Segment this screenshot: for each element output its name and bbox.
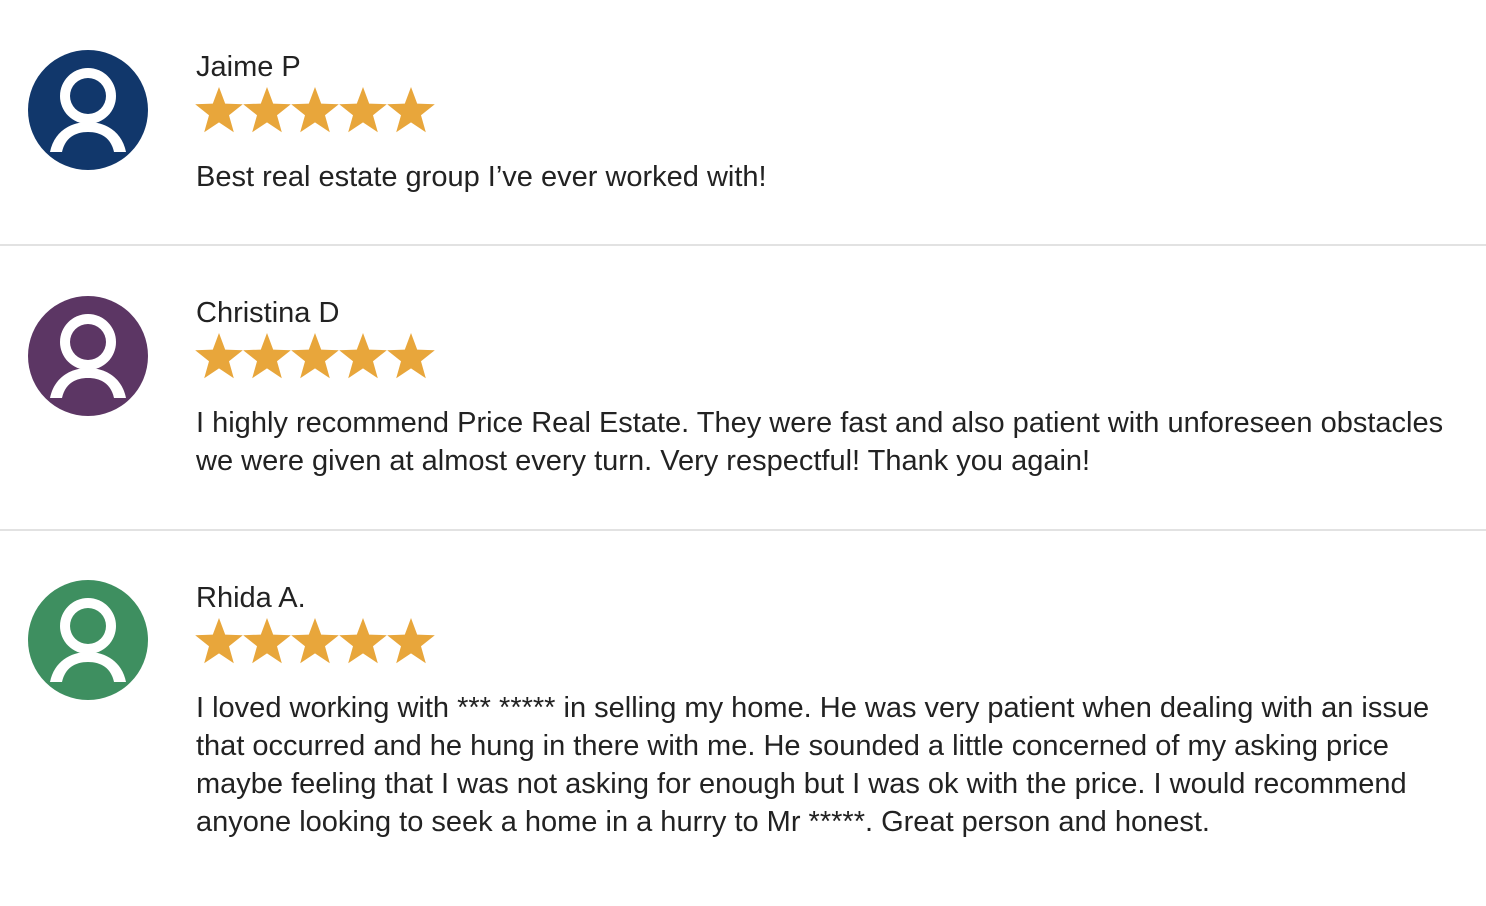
avatar (28, 296, 148, 416)
review-item: Christina D I highly recommend Price Rea… (0, 246, 1486, 531)
star-icon (339, 331, 388, 381)
star-icon (195, 616, 244, 666)
star-rating (195, 615, 1456, 667)
reviewer-name: Rhida A. (196, 582, 306, 614)
star-icon (195, 85, 244, 135)
star-icon (339, 616, 388, 666)
reviews-list: Jaime P Best real estate group I’ve ever… (0, 0, 1486, 906)
star-icon (387, 616, 436, 666)
review-content: Rhida A. I loved working with *** ***** … (195, 581, 1456, 841)
review-item: Jaime P Best real estate group I’ve ever… (0, 0, 1486, 246)
star-icon (291, 331, 340, 381)
star-rating (195, 330, 1456, 382)
review-text: I highly recommend Price Real Estate. Th… (196, 407, 1444, 477)
review-content: Christina D I highly recommend Price Rea… (195, 296, 1456, 480)
avatar (28, 50, 148, 170)
user-icon (28, 50, 148, 170)
star-icon (243, 85, 292, 135)
review-text: Best real estate group I’ve ever worked … (196, 161, 767, 193)
review-item: Rhida A. I loved working with *** ***** … (0, 531, 1486, 906)
avatar (28, 580, 148, 700)
star-icon (387, 85, 436, 135)
star-icon (291, 85, 340, 135)
user-icon (28, 296, 148, 416)
reviewer-name: Christina D (196, 297, 340, 329)
star-icon (243, 616, 292, 666)
star-icon (339, 85, 388, 135)
star-icon (291, 616, 340, 666)
star-icon (195, 331, 244, 381)
review-text: I loved working with *** ***** in sellin… (196, 692, 1430, 838)
star-icon (243, 331, 292, 381)
star-icon (387, 331, 436, 381)
user-icon (28, 580, 148, 700)
reviewer-name: Jaime P (196, 51, 301, 83)
star-rating (195, 84, 1456, 136)
review-content: Jaime P Best real estate group I’ve ever… (195, 50, 1456, 196)
